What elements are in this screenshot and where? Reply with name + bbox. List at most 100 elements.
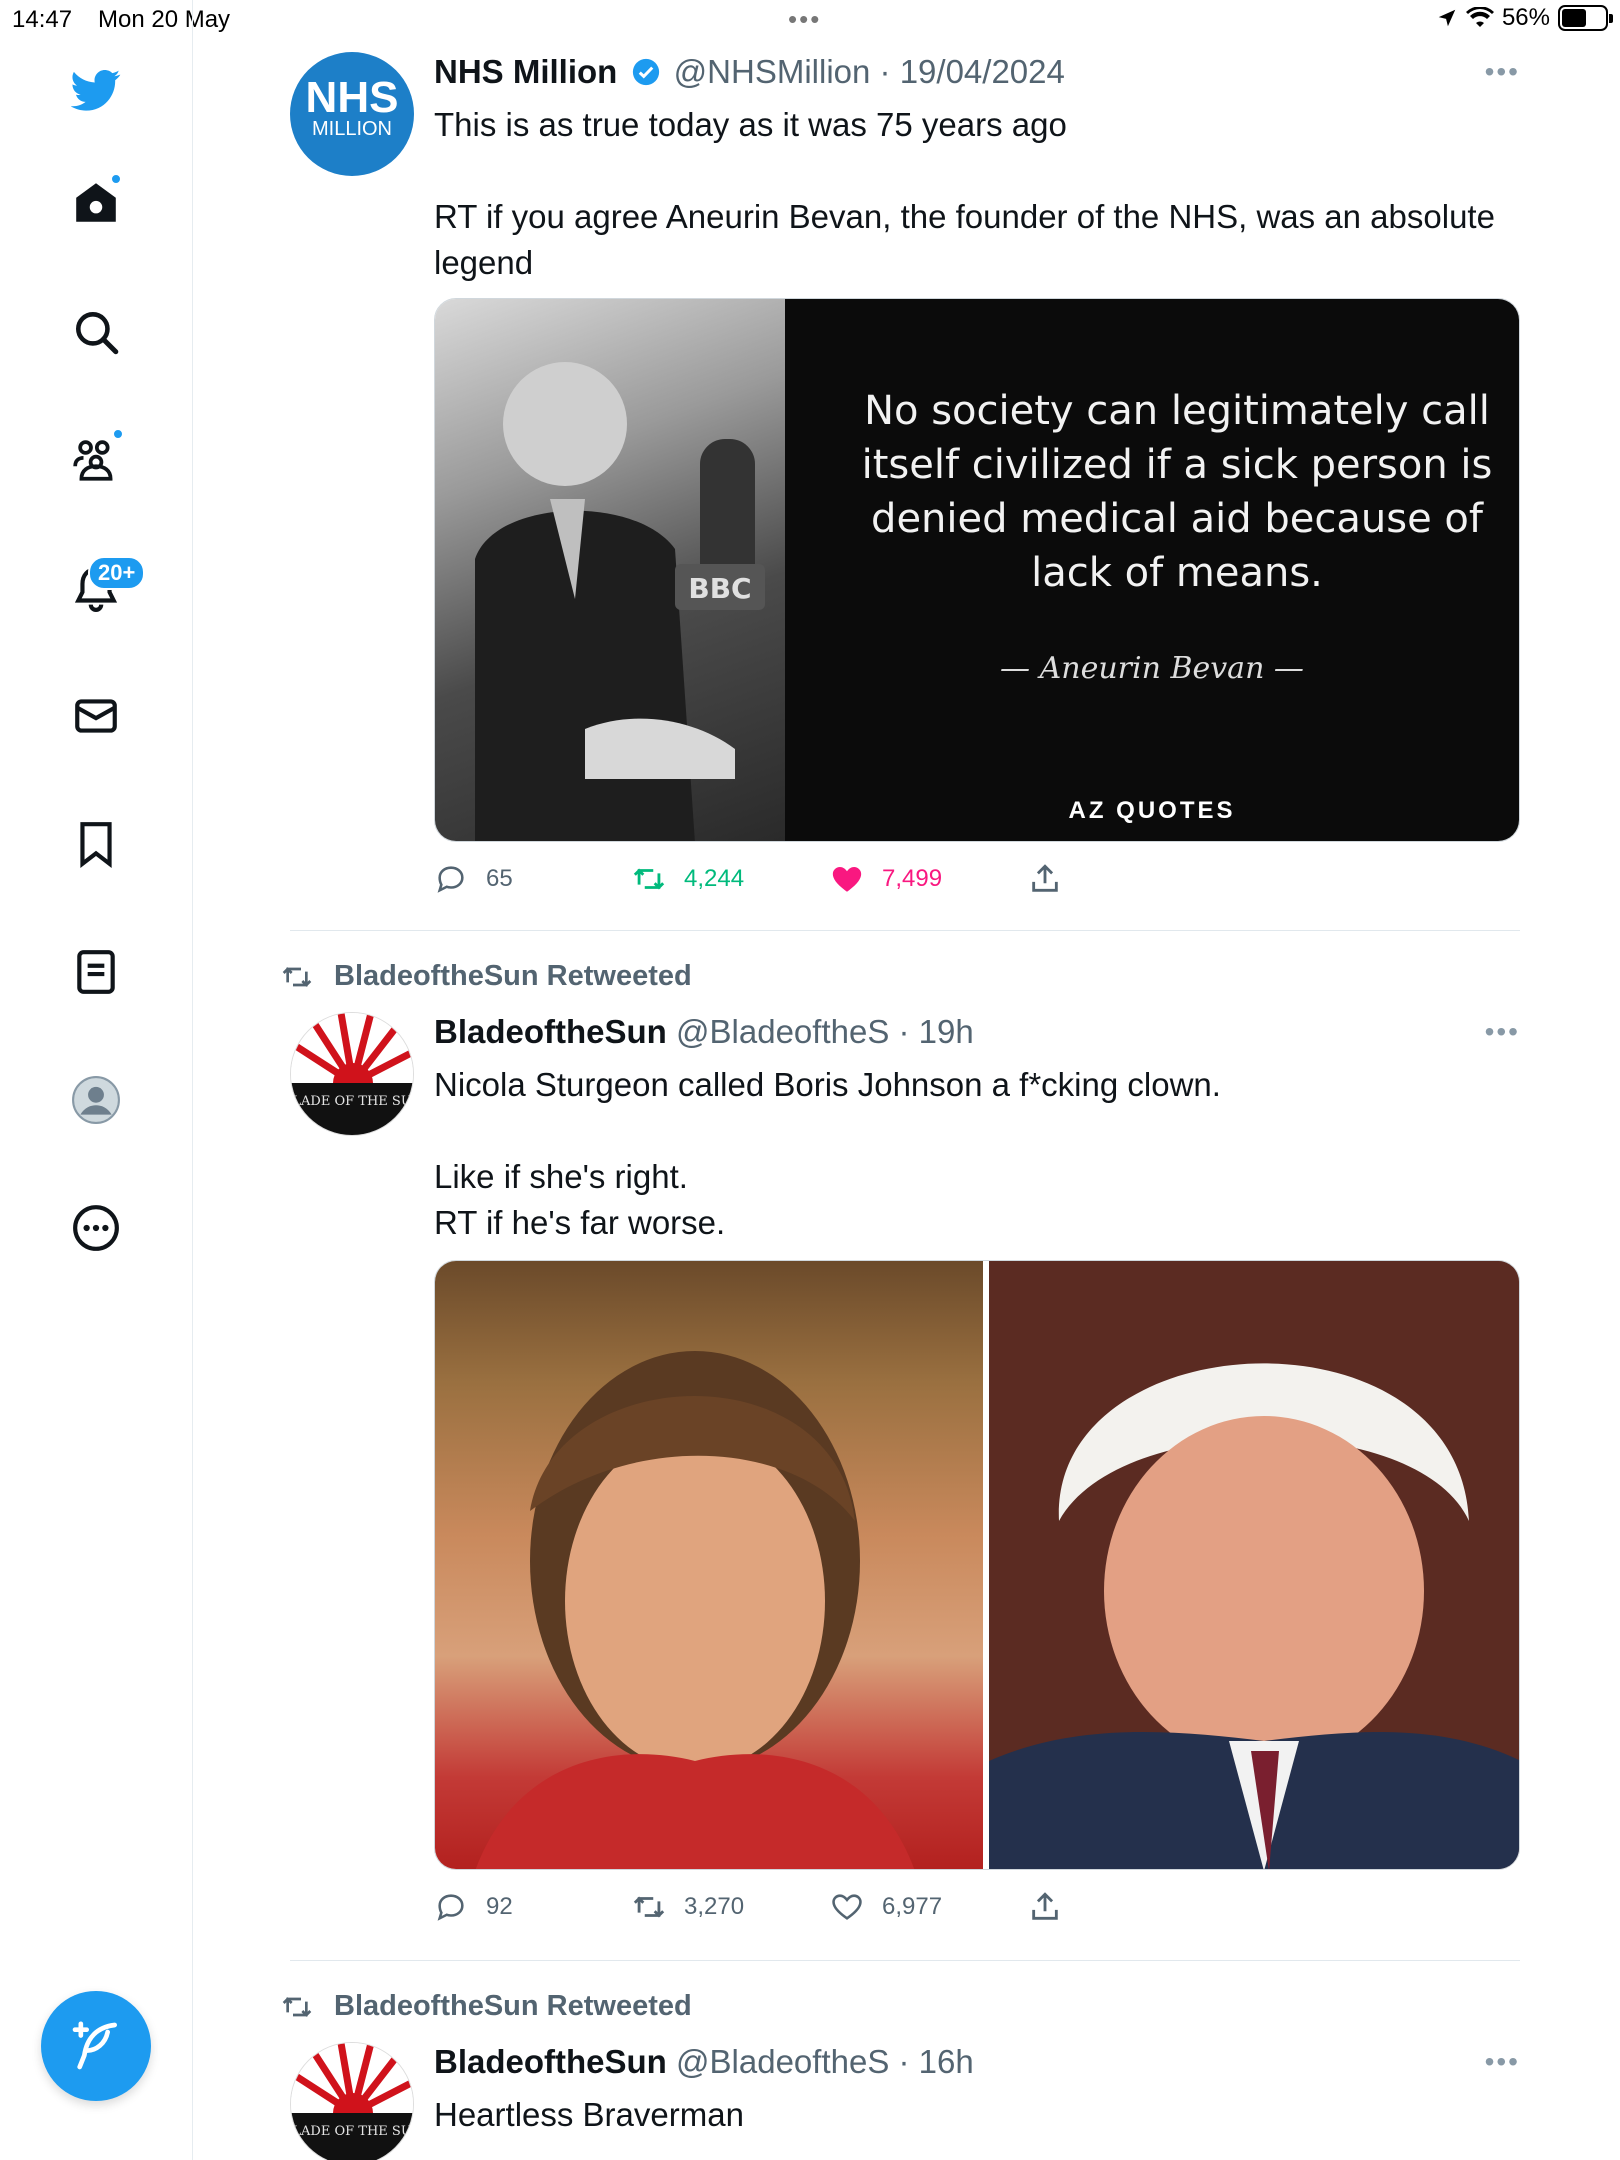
nav-item-home[interactable] [48, 155, 144, 251]
messages-icon [75, 699, 117, 733]
reply-count: 65 [486, 865, 513, 892]
more-options-icon[interactable]: ••• [1485, 2042, 1520, 2082]
share-button[interactable] [1028, 1890, 1062, 1924]
notifications-badge: 20+ [88, 556, 146, 590]
quote-brand-logo: AZ QUOTES [1068, 797, 1236, 824]
like-button[interactable]: 6,977 [830, 1890, 942, 1924]
tweet-text: This is as true today as it was 75 years… [434, 106, 1495, 281]
avatar[interactable]: NHS MILLION [290, 52, 414, 176]
tweet[interactable]: BLADE OF THE SUN BladeoftheSun @Bladeoft… [290, 2042, 1520, 2160]
retweeted-by-label[interactable]: BladeoftheSun Retweeted [278, 960, 692, 993]
home-icon [76, 183, 116, 222]
author-handle[interactable]: @BladeoftheS [676, 2043, 889, 2080]
author-handle[interactable]: @NHSMillion [674, 53, 871, 90]
tweet-timestamp[interactable]: · 16h [899, 2043, 974, 2080]
sturgeon-photo-figure [475, 1351, 915, 1869]
quote-panel: No society can legitimately call itself … [785, 299, 1519, 841]
quote-author: — Aneurin Bevan — [1000, 651, 1304, 686]
profile-icon [72, 1076, 120, 1124]
quote-text: No society can legitimately call itself … [861, 388, 1493, 596]
author-name[interactable]: BladeoftheSun [434, 2043, 667, 2080]
retweet-small-icon [282, 1996, 312, 2017]
more-icon [73, 1205, 119, 1251]
tweet-body: NHS Million @NHSMillion · 19/04/2024 •••… [434, 52, 1520, 286]
twitter-logo-icon [71, 70, 121, 111]
tweet-timestamp[interactable]: · 19h [899, 1013, 974, 1050]
share-button[interactable] [1028, 862, 1062, 896]
timeline: NHS MILLION NHS Million @NHSMillion · 19… [194, 0, 1620, 2160]
retweet-small-icon [282, 966, 312, 987]
blade-of-the-sun-logo: BLADE OF THE SUN [291, 1013, 414, 1135]
tweet-media-image[interactable] [434, 1260, 1520, 1870]
retweeted-by-text: BladeoftheSun Retweeted [334, 960, 692, 992]
tweet[interactable]: BLADE OF THE SUN BladeoftheSun @Bladeoft… [290, 1012, 1520, 1932]
author-name[interactable]: NHS Million [434, 53, 617, 90]
heart-filled-icon [832, 866, 862, 892]
reply-icon [437, 866, 464, 893]
nav-item-more[interactable] [48, 1180, 144, 1276]
tweet-text: Heartless Braverman [434, 2096, 744, 2133]
more-options-icon[interactable]: ••• [1485, 52, 1520, 92]
retweet-icon [633, 868, 665, 890]
more-options-icon[interactable]: ••• [1485, 1012, 1520, 1052]
bevan-photo-figure: BBC [475, 362, 765, 841]
retweet-icon [633, 1896, 665, 1918]
nav-item-twitter-logo[interactable] [48, 42, 144, 138]
reply-button[interactable]: 65 [434, 862, 513, 896]
sidebar-nav: 20+ [0, 0, 193, 2160]
tweet-divider [290, 930, 1520, 931]
tweet-actions: 92 3,270 6,977 [434, 1890, 1114, 1930]
tweet-body: BladeoftheSun @BladeoftheS · 19h ••• Nic… [434, 1012, 1520, 1246]
lists-icon [77, 950, 115, 994]
tweet-body: BladeoftheSun @BladeoftheS · 16h ••• Hea… [434, 2042, 1520, 2138]
retweet-count: 4,244 [684, 865, 745, 892]
like-button[interactable]: 7,499 [830, 862, 942, 896]
avatar-logo-text: BLADE OF THE SUN [291, 2124, 414, 2139]
search-icon [76, 312, 119, 355]
tweet-text: Nicola Sturgeon called Boris Johnson a f… [434, 1066, 1221, 1241]
like-count: 7,499 [882, 865, 943, 892]
tweet-header: BladeoftheSun @BladeoftheS · 19h ••• [434, 1012, 1520, 1052]
blade-of-the-sun-logo: BLADE OF THE SUN [291, 2043, 414, 2160]
johnson-photo [989, 1261, 1519, 1869]
tweet-header: NHS Million @NHSMillion · 19/04/2024 ••• [434, 52, 1520, 92]
nav-item-messages[interactable] [48, 668, 144, 764]
bevan-photo: BBC [435, 299, 785, 841]
compose-feather-icon [72, 2021, 117, 2070]
retweet-button[interactable]: 4,244 [632, 862, 744, 896]
nav-item-explore[interactable] [48, 284, 144, 380]
tweet-actions: 65 4,244 7,499 [434, 862, 1114, 902]
reply-button[interactable]: 92 [434, 1890, 513, 1924]
retweet-button[interactable]: 3,270 [632, 1890, 744, 1924]
share-icon [1032, 864, 1058, 892]
verified-badge-icon [632, 58, 659, 86]
compose-tweet-button[interactable] [41, 1991, 151, 2101]
author-name[interactable]: BladeoftheSun [434, 1013, 667, 1050]
tweet[interactable]: NHS MILLION NHS Million @NHSMillion · 19… [290, 52, 1520, 893]
nav-item-bookmarks[interactable] [48, 796, 144, 892]
tweet-divider [290, 1960, 1520, 1961]
avatar[interactable]: BLADE OF THE SUN [290, 2042, 414, 2160]
like-count: 6,977 [882, 1893, 943, 1920]
tweet-header: BladeoftheSun @BladeoftheS · 16h ••• [434, 2042, 1520, 2082]
home-new-dot [110, 173, 122, 185]
nav-item-communities[interactable] [48, 412, 144, 508]
communities-icon [73, 440, 113, 481]
tweet-media-image[interactable]: BBC No society can legitimately call its… [434, 298, 1520, 842]
retweeted-by-label[interactable]: BladeoftheSun Retweeted [278, 1990, 692, 2023]
nav-item-profile[interactable] [48, 1052, 144, 1148]
share-icon [1032, 1892, 1058, 1920]
nav-item-lists[interactable] [48, 924, 144, 1020]
retweet-count: 3,270 [684, 1893, 745, 1920]
retweeted-by-text: BladeoftheSun Retweeted [334, 1990, 692, 2022]
avatar-logo-text: NHS [305, 73, 399, 122]
bookmarks-icon [80, 822, 112, 869]
heart-outline-icon [832, 1894, 862, 1920]
tweet-timestamp[interactable]: · 19/04/2024 [880, 53, 1065, 90]
avatar[interactable]: BLADE OF THE SUN [290, 1012, 414, 1136]
avatar-logo-text: BLADE OF THE SUN [291, 1094, 414, 1109]
reply-count: 92 [486, 1893, 513, 1920]
mic-bbc-label: BBC [688, 572, 751, 605]
johnson-photo-figure [989, 1261, 1519, 1869]
author-handle[interactable]: @BladeoftheS [676, 1013, 889, 1050]
